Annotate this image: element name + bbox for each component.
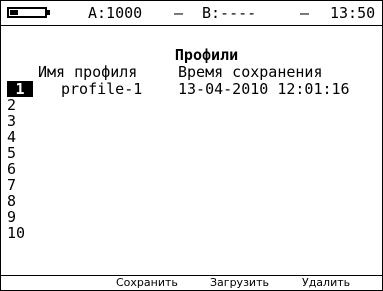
- profile-slot-number: 7: [7, 176, 17, 194]
- clock: 13:50: [330, 4, 376, 22]
- function-key-bar: Сохранить Загрузить Удалить: [1, 275, 382, 290]
- profile-row[interactable]: 7: [1, 177, 382, 193]
- battery-level: [10, 10, 18, 15]
- profile-slot-number: 1: [7, 81, 33, 97]
- device-screen: A:1000 – B:---- – 13:50 Профили Имя проф…: [0, 0, 383, 291]
- delete-button[interactable]: Удалить: [302, 276, 350, 290]
- profile-slot-number: 4: [7, 128, 17, 146]
- column-header-name: Имя профиля: [38, 63, 138, 81]
- profile-slot-number: 3: [7, 112, 17, 130]
- save-button[interactable]: Сохранить: [116, 276, 178, 290]
- profile-row[interactable]: 6: [1, 161, 382, 177]
- profile-row[interactable]: 8: [1, 193, 382, 209]
- profile-slot-number: 10: [7, 224, 26, 242]
- profile-slot-number: 8: [7, 192, 17, 210]
- battery-icon: [7, 7, 47, 18]
- status-separator: –: [174, 4, 184, 22]
- profile-row[interactable]: 3: [1, 113, 382, 129]
- profile-slot-number: 6: [7, 160, 17, 178]
- profile-save-time: 13-04-2010 12:01:16: [178, 80, 350, 98]
- profile-row[interactable]: 5: [1, 145, 382, 161]
- profile-row[interactable]: 4: [1, 129, 382, 145]
- port-b-status: B:----: [202, 4, 257, 22]
- profile-row[interactable]: 2: [1, 97, 382, 113]
- status-bar: A:1000 – B:---- – 13:50: [1, 1, 382, 26]
- profile-slot-number: 9: [7, 208, 17, 226]
- profile-row[interactable]: 9: [1, 209, 382, 225]
- profile-slot-number: 2: [7, 96, 17, 114]
- column-header-save-time: Время сохранения: [178, 63, 323, 81]
- port-a-status: A:1000: [88, 4, 143, 22]
- load-button[interactable]: Загрузить: [210, 276, 269, 290]
- status-separator: –: [300, 4, 310, 22]
- profile-slot-number: 5: [7, 144, 17, 162]
- profile-list: 1 profile-1 13-04-2010 12:01:16 2 3 4 5 6 7 8 9 10: [1, 81, 382, 241]
- profile-name: profile-1: [61, 80, 143, 98]
- page-title: Профили: [174, 46, 239, 64]
- battery-tip: [47, 10, 50, 15]
- profile-row[interactable]: 1 profile-1 13-04-2010 12:01:16: [1, 81, 382, 97]
- profile-row[interactable]: 10: [1, 225, 382, 241]
